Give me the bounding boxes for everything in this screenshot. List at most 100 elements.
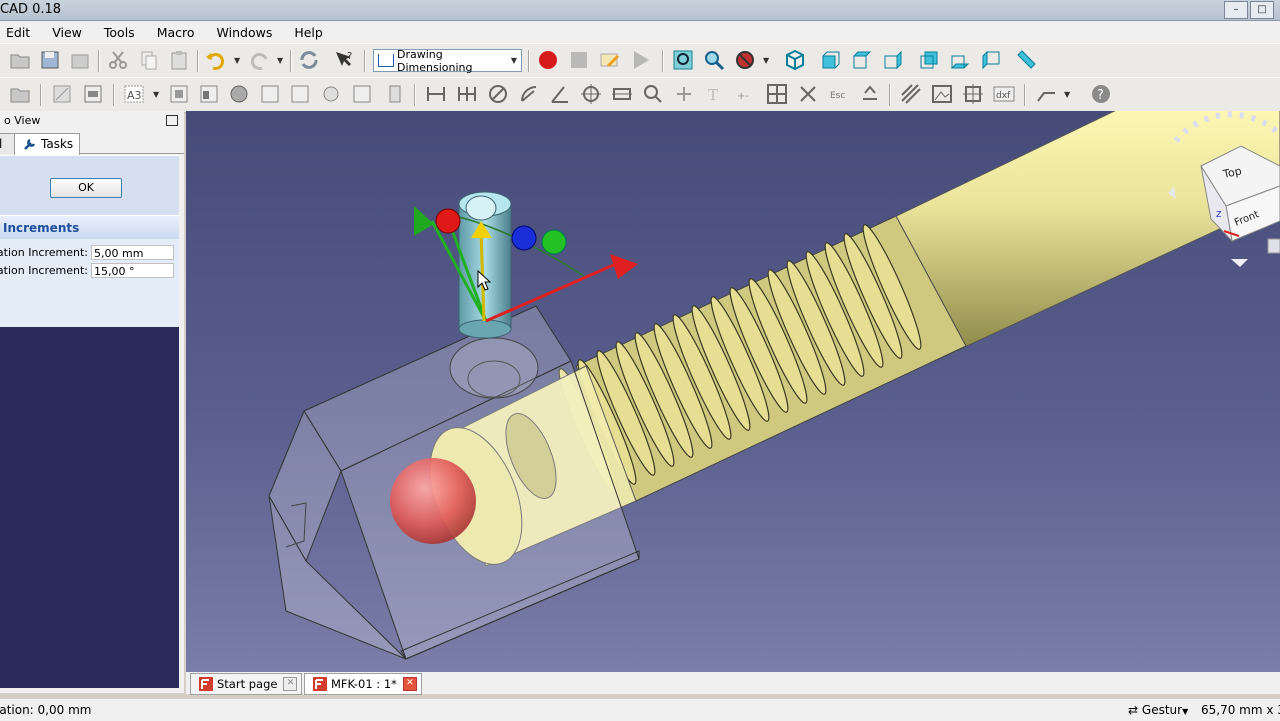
measure-icon[interactable] [1014, 48, 1038, 72]
ball-sphere[interactable] [390, 458, 476, 544]
tolerance-icon[interactable]: +- [734, 82, 758, 106]
panel-header: o View [0, 111, 184, 131]
draw-style-dropdown-icon[interactable]: ▼ [763, 56, 769, 65]
menu-help[interactable]: Help [283, 25, 334, 40]
text-tool-icon[interactable]: T [703, 82, 727, 106]
page-template-icon[interactable] [81, 82, 105, 106]
refresh-icon[interactable] [297, 48, 321, 72]
symbol-icon[interactable] [350, 82, 374, 106]
hatch-icon[interactable] [899, 82, 923, 106]
redo-dropdown-icon[interactable]: ▼ [277, 56, 283, 65]
close-icon[interactable]: ✕ [402, 677, 417, 691]
menu-view[interactable]: View [41, 25, 93, 40]
increments-header[interactable]: Increments [0, 215, 179, 240]
image-icon[interactable] [930, 82, 954, 106]
paste-icon[interactable] [167, 48, 191, 72]
rotate-y-handle[interactable] [541, 229, 567, 255]
page-size-dropdown-icon[interactable]: ▼ [153, 90, 159, 99]
dxf-export-icon[interactable]: dxf [992, 82, 1016, 106]
navcube-down-arrow-icon[interactable] [1231, 259, 1248, 267]
run-macro-icon[interactable] [629, 48, 653, 72]
dialog-buttons-box: OK [0, 155, 179, 216]
cut-icon[interactable] [106, 48, 130, 72]
view-bottom-icon[interactable] [948, 48, 972, 72]
export-page-icon[interactable] [383, 82, 407, 106]
rotate-x-handle[interactable] [435, 208, 461, 234]
doc-tab-label: MFK-01 : 1* [331, 677, 397, 691]
lock-icon[interactable] [858, 82, 882, 106]
minimize-button[interactable]: – [1224, 1, 1248, 19]
undock-icon[interactable] [166, 115, 178, 126]
redo-icon[interactable] [247, 48, 271, 72]
crosshair-icon[interactable] [961, 82, 985, 106]
status-message: lation: 0,00 mm [0, 703, 92, 717]
maximize-button[interactable]: □ [1250, 1, 1274, 19]
unfold-icon[interactable] [641, 82, 665, 106]
insert-view-icon[interactable] [167, 82, 191, 106]
help-icon[interactable]: ? [1089, 82, 1113, 106]
annotation-icon[interactable] [288, 82, 312, 106]
save-as-icon[interactable] [68, 48, 92, 72]
clip-icon[interactable] [319, 82, 343, 106]
save-icon[interactable] [38, 48, 62, 72]
view-top-icon[interactable] [850, 48, 874, 72]
view-front-icon[interactable] [819, 48, 843, 72]
rotation-increment-label: otation Increment: [0, 264, 88, 277]
translation-increment-field[interactable]: 5,00 mm [91, 245, 174, 260]
stack-dimension-icon[interactable] [455, 82, 479, 106]
navcube-menu-icon[interactable] [1267, 238, 1280, 254]
3d-viewport[interactable]: Top Front Z [186, 111, 1280, 672]
transform-dragger[interactable] [414, 206, 638, 323]
undo-dropdown-icon[interactable]: ▼ [234, 56, 240, 65]
svg-text:Esc: Esc [830, 91, 845, 101]
delete-dimension-icon[interactable] [796, 82, 820, 106]
menu-tools[interactable]: Tools [93, 25, 146, 40]
chevron-down-icon: ▼ [1182, 707, 1189, 716]
add-text-icon[interactable] [672, 82, 696, 106]
text-annotation-icon[interactable]: A3 [122, 82, 146, 106]
view-left-icon[interactable] [979, 48, 1003, 72]
navigation-style-selector[interactable]: ⇄ Gestur▼ [1128, 703, 1188, 717]
doc-tab-start-page[interactable]: Start page ✕ [190, 673, 303, 695]
linear-dimension-icon[interactable] [424, 82, 448, 106]
table-icon[interactable] [765, 82, 789, 106]
view-isometric-icon[interactable] [783, 48, 807, 72]
undo-icon[interactable] [204, 48, 228, 72]
new-page-icon[interactable] [50, 82, 74, 106]
whats-this-icon[interactable]: ? [332, 48, 356, 72]
ortho-views-icon[interactable] [227, 82, 251, 106]
menu-macro[interactable]: Macro [146, 25, 206, 40]
open-icon[interactable] [8, 48, 32, 72]
open-browser-icon[interactable] [258, 82, 282, 106]
record-macro-icon[interactable] [536, 48, 560, 72]
ok-button[interactable]: OK [50, 178, 122, 198]
angular-dimension-icon[interactable] [548, 82, 572, 106]
escape-icon[interactable]: Esc [827, 82, 851, 106]
leader-line-icon[interactable] [1034, 82, 1058, 106]
radius-dimension-icon[interactable] [517, 82, 541, 106]
folder-icon[interactable] [8, 82, 32, 106]
menu-windows[interactable]: Windows [206, 25, 284, 40]
center-lines-icon[interactable] [579, 82, 603, 106]
stop-macro-icon[interactable] [567, 48, 591, 72]
view-rear-icon[interactable] [917, 48, 941, 72]
workbench-selector[interactable]: Drawing Dimensioning ▼ [373, 48, 522, 74]
tab-tasks[interactable]: Tasks [14, 133, 81, 155]
rotate-z-handle[interactable] [511, 225, 537, 251]
draw-style-icon[interactable] [733, 48, 757, 72]
x-axis-arrow[interactable] [610, 254, 638, 279]
center-line-icon[interactable] [610, 82, 634, 106]
edit-macro-icon[interactable] [598, 48, 622, 72]
rotation-increment-field[interactable]: 15,00 ° [91, 263, 174, 278]
fit-selection-icon[interactable] [702, 48, 726, 72]
circular-dimension-icon[interactable] [486, 82, 510, 106]
menu-edit[interactable]: Edit [0, 25, 41, 40]
projection-icon[interactable] [197, 82, 221, 106]
leader-dropdown-icon[interactable]: ▼ [1064, 90, 1070, 99]
y-axis-arrow[interactable] [414, 206, 434, 236]
view-right-icon[interactable] [881, 48, 905, 72]
close-icon[interactable]: ✕ [283, 677, 298, 691]
copy-icon[interactable] [137, 48, 161, 72]
doc-tab-mfk-01[interactable]: MFK-01 : 1* ✕ [304, 673, 422, 695]
fit-all-icon[interactable] [671, 48, 695, 72]
